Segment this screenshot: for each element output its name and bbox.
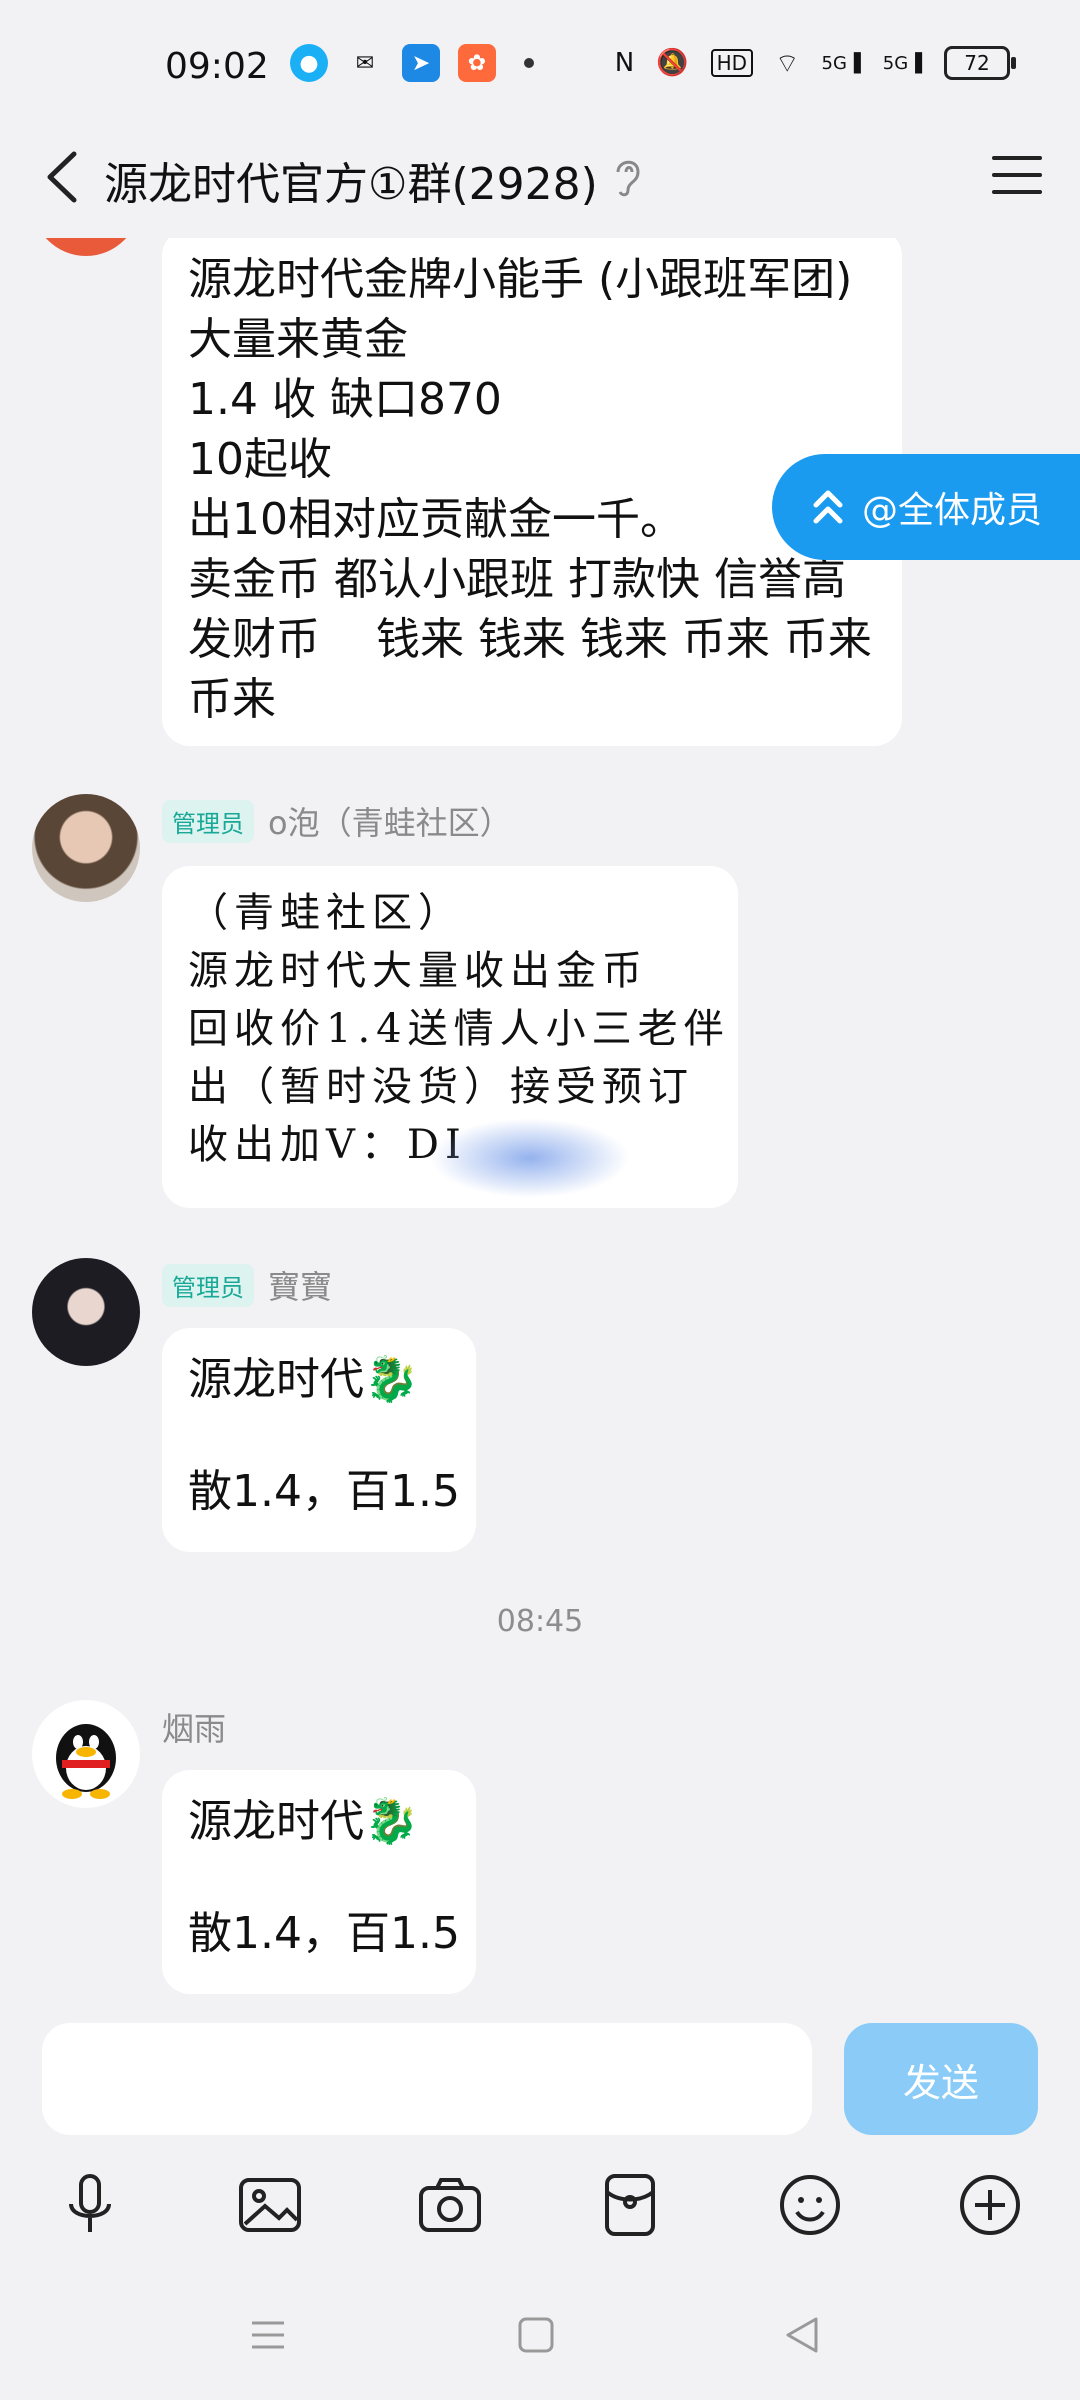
chat-header: 源龙时代官方①群(2928) — [0, 120, 1080, 238]
plus-icon[interactable] — [950, 2165, 1030, 2245]
app-notification-icon: ➤ — [402, 44, 440, 82]
mention-all-button[interactable]: @全体成员 — [772, 454, 1080, 560]
home-nav-icon[interactable] — [506, 2305, 566, 2365]
message-line: 卖金币 都认小跟班 打款快 信誉高 — [188, 554, 846, 605]
mention-all-label: @全体成员 — [862, 490, 1043, 531]
red-packet-icon[interactable] — [590, 2165, 670, 2245]
signal-icon-2: 5G▐ — [882, 52, 922, 74]
message-line: 散1.4，百1.5 — [188, 1908, 460, 1959]
group-title[interactable]: 源龙时代官方①群(2928) — [104, 148, 598, 212]
message-line: （青蛙社区） — [188, 890, 464, 936]
message-line: 散1.4，百1.5 — [188, 1466, 460, 1517]
sender-name[interactable]: 烟雨 — [162, 1704, 226, 1750]
message-line: 发财币 钱来 钱来 钱来 币来 币来 — [188, 614, 872, 665]
input-bar: 发送 — [0, 2005, 1080, 2400]
back-button[interactable] — [36, 142, 96, 212]
message-line: 1.4 收 缺口870 — [188, 374, 502, 425]
camera-icon[interactable] — [410, 2165, 490, 2245]
microphone-icon[interactable] — [50, 2165, 130, 2245]
message-line: 10起收 — [188, 434, 332, 485]
avatar[interactable] — [32, 238, 140, 256]
message-line: 源龙时代大量收出金币 — [188, 948, 648, 994]
notification-icons: ● ✉ ➤ ✿ — [290, 44, 534, 82]
message-line: 大量来黄金 — [188, 314, 408, 365]
message-line: 源龙时代🐉 — [188, 1796, 419, 1847]
more-notifications-icon — [524, 58, 534, 68]
penguin-avatar-icon — [56, 1724, 116, 1799]
message-line: 币来 — [188, 674, 276, 725]
system-icons: N 🔕 HD ⌔ 5G▐ 5G▐ 72 — [614, 46, 1016, 80]
nfc-icon: N — [614, 48, 635, 78]
wechat-notification-icon: ✉ — [355, 50, 375, 76]
message-line: 源龙时代🐉 — [188, 1354, 419, 1405]
app2-notification-icon: ✿ — [458, 44, 496, 82]
more-menu-icon[interactable] — [990, 150, 1044, 200]
message-line: 出（暂时没货）接受预订 — [188, 1064, 694, 1110]
message-input[interactable] — [42, 2023, 812, 2135]
avatar[interactable] — [32, 1700, 140, 1808]
toolbar — [0, 2165, 1080, 2245]
signal-icon-1: 5G▐ — [821, 52, 861, 74]
timestamp: 08:45 — [496, 1604, 584, 1639]
blurred-contact — [430, 1118, 630, 1198]
qq-notification-icon: ● — [290, 44, 328, 82]
ear-icon[interactable] — [610, 154, 646, 200]
avatar[interactable] — [32, 794, 140, 902]
sender-meta: 管理员 o泡（青蛙社区） — [162, 798, 512, 844]
chevron-left-icon — [47, 151, 77, 203]
message-line — [188, 1410, 450, 1462]
system-nav-bar — [0, 2305, 1080, 2365]
status-time: 09:02 — [165, 46, 269, 87]
hd-icon: HD — [710, 49, 754, 77]
message-line: 源龙时代金牌小能手 (小跟班军团) — [188, 254, 853, 305]
image-icon[interactable] — [230, 2165, 310, 2245]
message-line — [188, 1852, 450, 1904]
battery-icon: 72 — [944, 46, 1016, 80]
message-line: 回收价1.4送情人小三老伴 — [188, 1006, 730, 1052]
sender-name[interactable]: o泡（青蛙社区） — [268, 798, 512, 844]
sender-name[interactable]: 寶寶 — [268, 1262, 332, 1308]
message-bubble[interactable]: 源龙时代🐉 散1.4，百1.5 — [162, 1328, 476, 1552]
mute-icon: 🔕 — [656, 48, 689, 78]
send-button[interactable]: 发送 — [844, 2023, 1038, 2135]
sender-meta: 管理员 寶寶 — [162, 1262, 332, 1308]
admin-badge: 管理员 — [162, 799, 254, 843]
message-bubble[interactable]: 源龙时代🐉 散1.4，百1.5 — [162, 1770, 476, 1994]
avatar[interactable] — [32, 1258, 140, 1366]
sender-meta: 烟雨 — [162, 1704, 226, 1750]
emoji-icon[interactable] — [770, 2165, 850, 2245]
double-chevron-up-icon — [813, 490, 843, 524]
menu-nav-icon[interactable] — [238, 2305, 298, 2365]
back-nav-icon[interactable] — [772, 2305, 832, 2365]
wifi-icon: ⌔ — [775, 48, 800, 79]
status-bar: 09:02 ● ✉ ➤ ✿ N 🔕 HD ⌔ 5G▐ 5G▐ 72 — [0, 0, 1080, 140]
admin-badge: 管理员 — [162, 1263, 254, 1307]
